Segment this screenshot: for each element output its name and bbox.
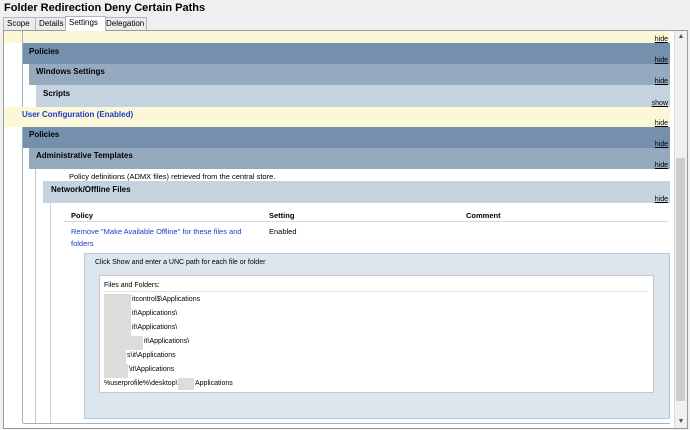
- redacted-block: [104, 322, 131, 336]
- network-offline-row: Network/Offline Files hide: [43, 181, 670, 203]
- files-header: Files and Folders:: [104, 282, 160, 289]
- vertical-scrollbar[interactable]: ▲ ▼: [674, 31, 687, 428]
- file-entry: s\it\Applications: [127, 352, 176, 359]
- scroll-thumb[interactable]: [676, 158, 685, 401]
- scroll-up-icon[interactable]: ▲: [675, 31, 687, 43]
- policy-name-line2[interactable]: folders: [71, 239, 94, 248]
- panel-instruction: Click Show and enter a UNC path for each…: [95, 259, 266, 266]
- file-entry: Applications: [195, 380, 233, 387]
- redacted-block: [104, 350, 126, 364]
- file-entry: \it\Applications: [129, 366, 175, 373]
- computer-policies-row: Policies hide: [23, 43, 670, 64]
- files-divider: [103, 291, 648, 292]
- tab-settings[interactable]: Settings: [65, 16, 106, 31]
- hide-link[interactable]: hide: [655, 120, 668, 127]
- tab-delegation[interactable]: Delegation: [102, 17, 147, 30]
- redacted-block: [104, 336, 143, 350]
- settings-report-frame: hide Policies hide Windows Settings hide…: [3, 30, 688, 429]
- redacted-block: [104, 364, 128, 378]
- redacted-block: [178, 378, 194, 390]
- redacted-block: [104, 294, 131, 308]
- hide-link[interactable]: hide: [655, 162, 668, 169]
- file-entry: it\Applications\: [132, 310, 178, 317]
- section-label: Network/Offline Files: [51, 185, 131, 194]
- hide-link[interactable]: hide: [655, 78, 668, 85]
- admin-templates-row: Administrative Templates hide: [29, 148, 670, 169]
- tab-scope[interactable]: Scope: [3, 17, 38, 30]
- redacted-block: [104, 308, 131, 322]
- section-label: Windows Settings: [36, 67, 105, 76]
- hide-link[interactable]: hide: [655, 36, 668, 43]
- scripts-row: Scripts show: [36, 85, 670, 107]
- section-label: Policies: [29, 130, 60, 139]
- section-label: Administrative Templates: [36, 151, 133, 160]
- tree-bottom: [23, 423, 670, 424]
- hide-link[interactable]: hide: [655, 141, 668, 148]
- admx-note: Policy definitions (ADMX files) retrieve…: [69, 172, 276, 181]
- user-config-row: User Configuration (Enabled) hide: [4, 107, 670, 127]
- file-entry: it\Applications\: [144, 338, 190, 345]
- files-folders-box: Files and Folders: itcontrol$\Applicatio…: [99, 275, 654, 393]
- file-entry: it\Applications\: [132, 324, 178, 331]
- comment-header: Comment: [466, 211, 501, 220]
- file-entry-prefix: %userprofile%\desktop\: [104, 380, 178, 387]
- tree-line: [50, 203, 51, 423]
- window-title: Folder Redirection Deny Certain Paths: [4, 2, 206, 14]
- policy-name-line1[interactable]: Remove "Make Available Offline" for thes…: [71, 227, 242, 236]
- setting-header: Setting: [269, 211, 295, 220]
- show-link[interactable]: show: [652, 100, 668, 107]
- hide-link[interactable]: hide: [655, 196, 668, 203]
- tab-details[interactable]: Details: [35, 17, 69, 30]
- policy-details-panel: Click Show and enter a UNC path for each…: [84, 253, 670, 419]
- user-config-label: User Configuration (Enabled): [22, 110, 134, 119]
- computer-config-row: hide: [4, 31, 670, 43]
- policy-header: Policy: [71, 211, 94, 220]
- report-content: hide Policies hide Windows Settings hide…: [4, 31, 674, 428]
- tree-line: [22, 31, 23, 423]
- tree-line: [35, 169, 36, 423]
- section-label: Scripts: [43, 89, 71, 98]
- hide-link[interactable]: hide: [655, 57, 668, 64]
- policy-setting-value: Enabled: [269, 227, 297, 236]
- user-policies-row: Policies hide: [23, 127, 670, 148]
- scroll-down-icon[interactable]: ▼: [675, 416, 687, 428]
- file-entry: itcontrol$\Applications: [132, 296, 201, 303]
- section-label: Policies: [29, 47, 60, 56]
- header-divider: [64, 221, 668, 222]
- windows-settings-row: Windows Settings hide: [29, 64, 670, 85]
